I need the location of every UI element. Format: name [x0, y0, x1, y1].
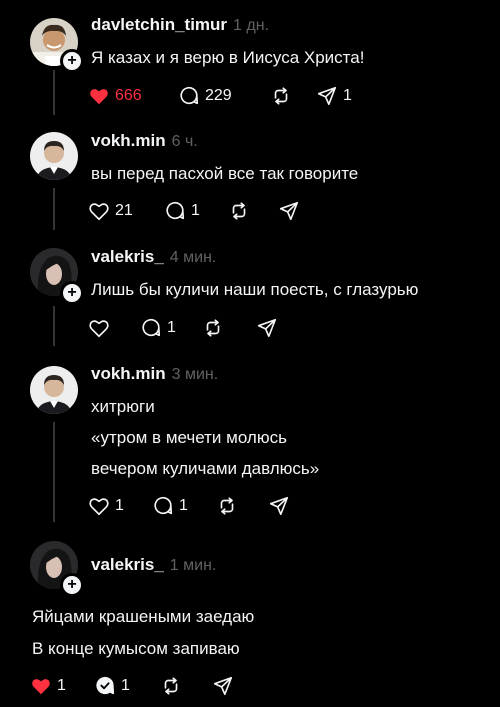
- follow-plus-icon[interactable]: +: [60, 281, 84, 305]
- thread-line: [53, 306, 55, 346]
- repost-icon: [228, 200, 250, 222]
- comment-icon: [178, 85, 200, 107]
- heart-icon: [30, 675, 52, 697]
- avatar[interactable]: [30, 366, 78, 414]
- avatar[interactable]: [30, 132, 78, 180]
- repost-icon: [160, 675, 182, 697]
- thread-line: [53, 422, 55, 522]
- like-button[interactable]: [88, 316, 115, 340]
- follow-plus-icon[interactable]: +: [60, 573, 84, 597]
- share-button[interactable]: [278, 199, 300, 223]
- repost-icon: [216, 495, 238, 517]
- comment-icon: [152, 495, 174, 517]
- post-header: vokh.min 3 мин.: [91, 363, 218, 385]
- repost-button[interactable]: [228, 199, 250, 223]
- post-text-line: вечером куличами давлюсь»: [91, 459, 320, 478]
- username[interactable]: valekris_: [91, 247, 164, 266]
- repost-button[interactable]: [160, 674, 182, 698]
- reply-count: 1: [191, 202, 200, 219]
- username[interactable]: vokh.min: [91, 364, 166, 383]
- reply-count: 1: [167, 319, 176, 336]
- like-button[interactable]: 666: [88, 84, 142, 108]
- repost-icon: [202, 317, 224, 339]
- reply-button[interactable]: 229: [178, 84, 232, 108]
- like-count: 1: [115, 497, 124, 514]
- comment-icon: [140, 317, 162, 339]
- heart-icon: [88, 317, 110, 339]
- like-button[interactable]: 1: [30, 674, 66, 698]
- username[interactable]: vokh.min: [91, 131, 166, 150]
- like-count: 1: [57, 677, 66, 694]
- comment-icon: [164, 200, 186, 222]
- share-icon: [212, 675, 234, 697]
- post-actions: 1: [88, 316, 388, 340]
- share-icon: [278, 200, 300, 222]
- post-header: valekris_ 1 мин.: [91, 554, 216, 576]
- repost-button[interactable]: [270, 84, 292, 108]
- heart-icon: [88, 495, 110, 517]
- post-header: davletchin_timur 1 дн.: [91, 14, 269, 36]
- like-button[interactable]: 1: [88, 494, 124, 518]
- heart-icon: [88, 85, 110, 107]
- share-icon: [316, 85, 338, 107]
- share-button[interactable]: [256, 316, 278, 340]
- post-actions: 1 1: [30, 674, 330, 698]
- share-button[interactable]: [268, 494, 290, 518]
- follow-plus-icon[interactable]: +: [60, 49, 84, 73]
- repost-icon: [270, 85, 292, 107]
- heart-icon: [88, 200, 110, 222]
- like-button[interactable]: 21: [88, 199, 133, 223]
- post-text-line: В конце кумысом запиваю: [32, 639, 240, 658]
- reply-button[interactable]: 1: [152, 494, 188, 518]
- timestamp: 1 мин.: [169, 557, 217, 574]
- comment-icon: [94, 675, 116, 697]
- repost-button[interactable]: [216, 494, 238, 518]
- post-text-line: Лишь бы куличи наши поесть, с глазурью: [91, 280, 419, 299]
- thread-line: [53, 188, 55, 230]
- username[interactable]: valekris_: [91, 555, 164, 574]
- thread-line: [53, 70, 55, 115]
- repost-button[interactable]: [202, 316, 224, 340]
- reply-count: 1: [179, 497, 188, 514]
- post-text-line: Я казах и я верю в Иисуса Христа!: [91, 48, 365, 67]
- timestamp: 3 мин.: [171, 366, 219, 383]
- reply-button[interactable]: 1: [94, 674, 130, 698]
- username[interactable]: davletchin_timur: [91, 15, 227, 34]
- post-actions: 21 1: [88, 199, 388, 223]
- like-count: 21: [115, 202, 133, 219]
- post-text-line: вы перед пасхой все так говорите: [91, 164, 359, 183]
- post-text-line: «утром в мечети молюсь: [91, 428, 287, 447]
- timestamp: 1 дн.: [233, 17, 270, 34]
- reply-button[interactable]: 1: [164, 199, 200, 223]
- post-actions: 666 229 1: [88, 84, 388, 108]
- post-header: valekris_ 4 мин.: [91, 246, 216, 268]
- timestamp: 4 мин.: [169, 249, 217, 266]
- reply-count: 229: [205, 87, 232, 104]
- post-actions: 1 1: [88, 494, 388, 518]
- timestamp: 6 ч.: [171, 133, 198, 150]
- share-count: 1: [343, 87, 352, 104]
- like-count: 666: [115, 87, 142, 104]
- share-button[interactable]: [212, 674, 234, 698]
- reply-count: 1: [121, 677, 130, 694]
- post-header: vokh.min 6 ч.: [91, 130, 198, 152]
- post-text-line: хитрюги: [91, 397, 155, 416]
- post-text-line: Яйцами крашеными заедаю: [32, 607, 255, 626]
- reply-button[interactable]: 1: [140, 316, 176, 340]
- share-icon: [256, 317, 278, 339]
- share-button[interactable]: 1: [316, 84, 352, 108]
- share-icon: [268, 495, 290, 517]
